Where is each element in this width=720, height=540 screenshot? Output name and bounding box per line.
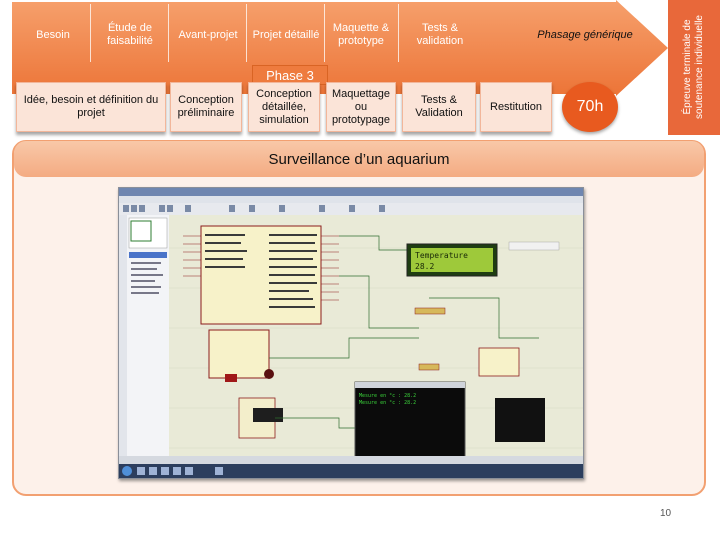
phase-projet-detaille: Projet détaillé — [252, 28, 320, 41]
phase-maquette-prototype: Maquette & prototype — [332, 22, 390, 47]
phase-etude-faisabilite: Étude de faisabilité — [107, 22, 153, 47]
sensor-knob — [264, 369, 274, 379]
phase-divider — [324, 4, 325, 62]
terminal-line-1: Mesure en °c : 28.2 — [359, 393, 416, 399]
driver-chip — [208, 329, 270, 379]
step-idee-besoin: Idée, besoin et définition du projet — [16, 82, 166, 132]
project-title: Surveillance d’un aquarium — [14, 141, 704, 177]
phase-avant-projet: Avant-projet — [178, 28, 238, 41]
menu-bar — [119, 196, 583, 203]
phasage-generique-label: Phasage générique — [537, 28, 633, 41]
step-conception-detaillee: Conception détaillée, simulation — [248, 82, 320, 132]
terminal-line-2: Mesure en °c : 28.2 — [359, 400, 416, 406]
phase-tests-validation: Tests & validation — [416, 22, 464, 47]
lcd-line-1: Temperature — [415, 251, 468, 260]
relay-chip — [478, 347, 520, 377]
window-titlebar — [119, 188, 583, 196]
device-list-header — [129, 252, 167, 258]
status-bar — [119, 456, 583, 464]
epreuve-terminale-panel: Épreuve terminale de soutenance individu… — [668, 0, 720, 135]
step-conception-preliminaire: Conception préliminaire — [170, 82, 242, 132]
resistor — [418, 363, 440, 371]
simulation-screenshot: Temperature 28.2 Mesure en °c : 28.2 Mes… — [118, 187, 584, 479]
sensor-display — [253, 408, 283, 422]
phase-besoin: Besoin — [36, 28, 70, 41]
tool-strip — [119, 215, 127, 465]
epreuve-terminale-label: Épreuve terminale de soutenance individu… — [682, 15, 705, 119]
lcd-line-2: 28.2 — [415, 262, 434, 271]
overview-map — [128, 217, 168, 249]
terminal-titlebar — [355, 382, 465, 388]
sensor-component — [225, 374, 237, 382]
duration-badge: 70h — [562, 82, 618, 132]
phase-divider — [398, 4, 399, 62]
terminal-window-2 — [495, 398, 545, 442]
step-restitution: Restitution — [480, 82, 552, 132]
start-icon — [122, 466, 132, 476]
lcd-label — [508, 241, 560, 251]
phase-divider — [168, 4, 169, 62]
phase-divider — [246, 4, 247, 62]
simulation-window: Temperature 28.2 Mesure en °c : 28.2 Mes… — [119, 188, 583, 478]
step-maquettage: Maquettage ou prototypage — [326, 82, 396, 132]
step-tests-validation: Tests & Validation — [402, 82, 476, 132]
resistor — [414, 307, 446, 315]
phase-divider — [90, 4, 91, 62]
page-number: 10 — [660, 508, 672, 519]
